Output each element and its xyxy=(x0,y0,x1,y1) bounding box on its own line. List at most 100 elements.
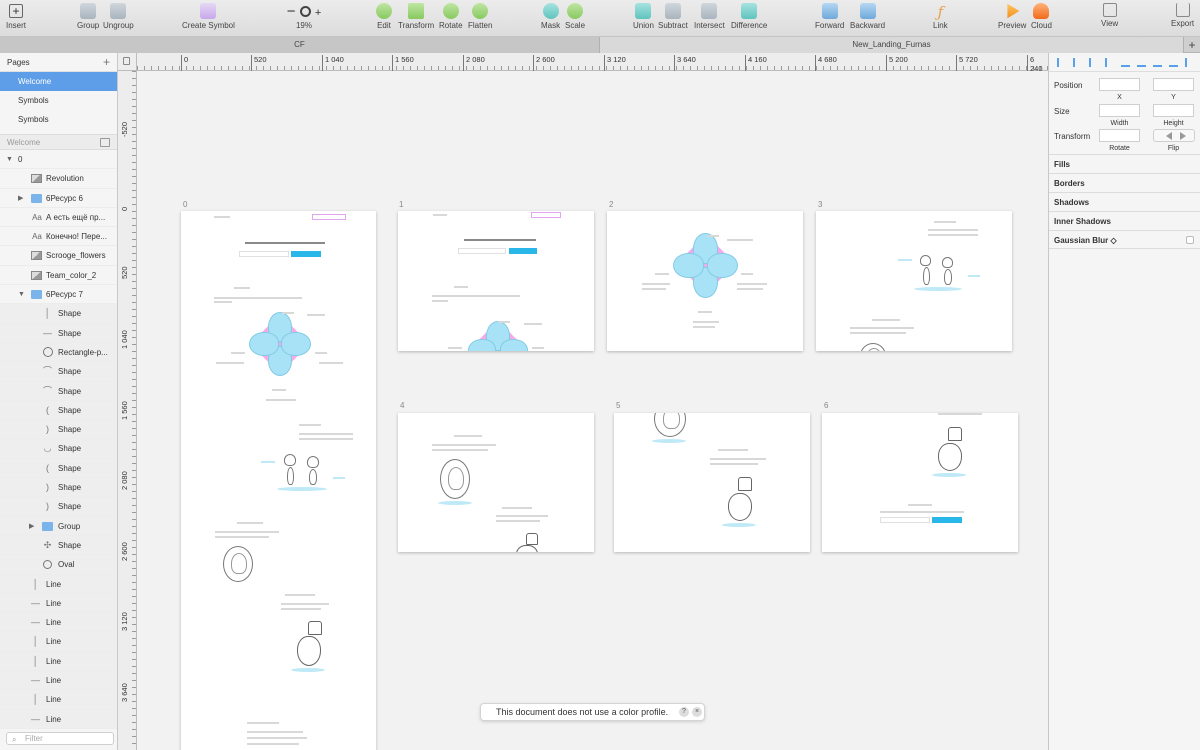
create-symbol-button[interactable]: Create Symbol xyxy=(182,3,235,30)
artboard-label[interactable]: 1 xyxy=(399,200,403,209)
gaussian-blur-checkbox[interactable] xyxy=(1186,236,1194,244)
disclosure-down-icon[interactable]: ▼ xyxy=(6,150,13,168)
difference-button[interactable]: Difference xyxy=(731,3,767,30)
distribute-vertical-icon[interactable] xyxy=(1169,58,1178,67)
artboard-label[interactable]: 4 xyxy=(400,401,404,410)
export-button[interactable]: Export xyxy=(1171,3,1194,28)
flip-horizontal-icon[interactable] xyxy=(1166,132,1172,140)
disclosure-down-icon[interactable]: ▼ xyxy=(18,285,25,303)
layer-row[interactable]: Scrooge_flowers xyxy=(0,246,117,266)
layer-row[interactable]: ✣ Shape xyxy=(0,535,117,556)
intersect-button[interactable]: Intersect xyxy=(694,3,725,30)
layer-row[interactable]: Rectangle-p... xyxy=(0,342,117,363)
view-button[interactable]: View xyxy=(1101,3,1118,28)
artboard-2[interactable] xyxy=(607,211,803,351)
layer-row[interactable]: ▼ 6Ресурс 7 xyxy=(0,285,117,305)
artboard-6[interactable] xyxy=(822,413,1018,552)
ungroup-button[interactable]: Ungroup xyxy=(103,3,134,30)
flip-vertical-icon[interactable] xyxy=(1180,132,1186,140)
layer-row[interactable]: — Line xyxy=(0,593,117,614)
layer-row[interactable]: (Shape xyxy=(0,400,117,421)
artboard-3[interactable] xyxy=(816,211,1012,351)
borders-section[interactable]: Borders xyxy=(1049,173,1200,192)
align-bottom-icon[interactable] xyxy=(1153,58,1162,67)
insert-button[interactable]: + Insert xyxy=(6,3,26,30)
ruler-lock[interactable] xyxy=(118,53,137,71)
layer-row[interactable]: │ Line xyxy=(0,632,117,652)
close-button[interactable]: × xyxy=(692,707,702,717)
artboard-label[interactable]: 0 xyxy=(183,200,187,209)
position-x-input[interactable] xyxy=(1099,78,1140,91)
artboard-label[interactable]: 3 xyxy=(818,200,822,209)
backward-button[interactable]: Backward xyxy=(850,3,885,30)
layer-row[interactable]: — Line xyxy=(0,613,117,633)
layer-row[interactable]: ⌒ Shape xyxy=(0,381,117,401)
layer-row[interactable]: ▶ Group xyxy=(0,516,117,536)
collapse-icon[interactable] xyxy=(100,138,110,147)
page-item-symbols[interactable]: Symbols xyxy=(0,91,117,110)
artboard-4[interactable] xyxy=(398,413,594,552)
layer-row[interactable]: ▼ 0 xyxy=(0,150,117,170)
layer-row[interactable]: Aa А есть ещё пр... xyxy=(0,207,117,228)
layer-row[interactable]: — Line xyxy=(0,671,117,691)
layer-row[interactable]: ) Shape xyxy=(0,420,117,440)
artboard-5[interactable] xyxy=(614,413,810,552)
rotate-button[interactable]: Rotate xyxy=(439,3,463,30)
mask-button[interactable]: Mask xyxy=(541,3,560,30)
distribute-horizontal-icon[interactable] xyxy=(1089,58,1098,67)
add-tab-button[interactable]: + xyxy=(1183,37,1200,53)
layer-row[interactable]: ) Shape xyxy=(0,478,117,498)
flip-buttons[interactable] xyxy=(1153,129,1195,142)
cloud-button[interactable]: Cloud xyxy=(1031,3,1052,30)
layer-row[interactable]: ▶ 6Ресурс 6 xyxy=(0,188,117,208)
help-button[interactable]: ? xyxy=(679,707,689,717)
group-button[interactable]: Group xyxy=(77,3,99,30)
disclosure-right-icon[interactable]: ▶ xyxy=(29,517,34,535)
layer-row[interactable]: Oval xyxy=(0,555,117,575)
width-input[interactable] xyxy=(1099,104,1140,117)
position-y-input[interactable] xyxy=(1153,78,1194,91)
page-item-welcome[interactable]: Welcome xyxy=(0,72,117,91)
layer-row[interactable]: │ Line xyxy=(0,651,117,672)
scale-button[interactable]: Scale xyxy=(565,3,585,30)
preview-button[interactable]: Preview xyxy=(998,3,1026,30)
align-left-icon[interactable] xyxy=(1057,58,1066,67)
ruler-horizontal[interactable]: 0 520 1 040 1 560 2 080 2 600 3 120 3 64… xyxy=(137,53,1048,73)
layer-row[interactable]: Aa Конечно! Пере... xyxy=(0,227,117,247)
artboard-label[interactable]: 6 xyxy=(824,401,828,410)
tab-cf[interactable]: CF xyxy=(0,37,600,53)
layer-row[interactable]: ◡ Shape xyxy=(0,439,117,459)
tab-new-landing-furnas[interactable]: New_Landing_Furnas xyxy=(600,37,1183,53)
flatten-button[interactable]: Flatten xyxy=(468,3,492,30)
add-page-button[interactable]: + xyxy=(103,53,110,72)
layer-row[interactable]: Revolution xyxy=(0,169,117,189)
layer-row[interactable]: │ Line xyxy=(0,690,117,710)
layer-row[interactable]: ⌒ Shape xyxy=(0,362,117,382)
inner-shadows-section[interactable]: Inner Shadows xyxy=(1049,211,1200,230)
layer-row[interactable]: │ Shape xyxy=(0,304,117,324)
layer-row[interactable]: (Shape xyxy=(0,458,117,479)
artboard-label[interactable]: 2 xyxy=(609,200,613,209)
layer-row[interactable]: │ Line xyxy=(0,574,117,594)
disclosure-right-icon[interactable]: ▶ xyxy=(18,189,23,207)
edit-button[interactable]: Edit xyxy=(376,3,392,30)
union-button[interactable]: Union xyxy=(633,3,654,30)
forward-button[interactable]: Forward xyxy=(815,3,844,30)
layer-row[interactable]: — Shape xyxy=(0,323,117,343)
gaussian-blur-section[interactable]: Gaussian Blur ◇ xyxy=(1049,230,1200,249)
artboard-label[interactable]: 5 xyxy=(616,401,620,410)
ruler-vertical[interactable]: -520 0 520 1 040 1 560 2 080 2 600 3 120… xyxy=(118,71,137,750)
height-input[interactable] xyxy=(1153,104,1194,117)
layer-row[interactable]: ) Shape xyxy=(0,497,117,517)
fills-section[interactable]: Fills xyxy=(1049,154,1200,173)
link-button[interactable]: ƒ Link xyxy=(933,3,948,30)
zoom-out-button[interactable]: − xyxy=(287,3,296,20)
artboard-0[interactable] xyxy=(181,211,376,750)
transform-button[interactable]: Transform xyxy=(398,3,434,30)
align-middle-icon[interactable] xyxy=(1137,58,1146,67)
align-top-icon[interactable] xyxy=(1121,58,1130,67)
align-right-icon[interactable] xyxy=(1105,58,1114,67)
page-item-symbols-2[interactable]: Symbols xyxy=(0,110,117,129)
align-center-icon[interactable] xyxy=(1073,58,1082,67)
canvas[interactable]: 0 1 2 3 4 5 6 xyxy=(137,71,1048,750)
